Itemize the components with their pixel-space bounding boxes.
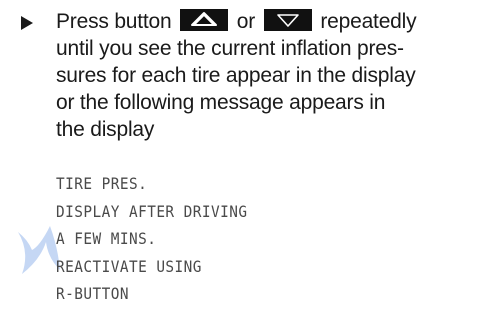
instruction-text: Press button or repeatedly until you see… <box>56 8 476 143</box>
display-message: TIRE PRES. DISPLAY AFTER DRIVING A FEW M… <box>56 170 248 308</box>
display-message-line: R-BUTTON <box>56 284 129 303</box>
bullet-arrow-icon <box>21 16 33 30</box>
display-message-line: DISPLAY AFTER DRIVING <box>56 201 248 221</box>
instruction-line-5: the display <box>56 118 155 141</box>
instruction-line-1: Press button or repeatedly <box>56 8 476 35</box>
down-arrow-key-icon <box>263 9 312 31</box>
instruction-line-3: sures for each tire appear in the displa… <box>56 64 416 87</box>
manual-page: Press button or repeatedly until you see… <box>0 0 481 317</box>
display-message-line: REACTIVATE USING <box>56 256 202 276</box>
display-message-line: TIRE PRES. <box>56 174 148 193</box>
instruction-text-repeatedly: repeatedly <box>320 10 417 33</box>
instruction-line-2: until you see the current inflation pres… <box>56 37 404 60</box>
instruction-text-or: or <box>236 10 256 33</box>
up-arrow-key-icon <box>180 9 229 31</box>
instruction-line-4: or the following message appears in <box>56 91 386 114</box>
display-message-line: A FEW MINS. <box>56 229 157 248</box>
instruction-text-press: Press button <box>56 10 172 33</box>
